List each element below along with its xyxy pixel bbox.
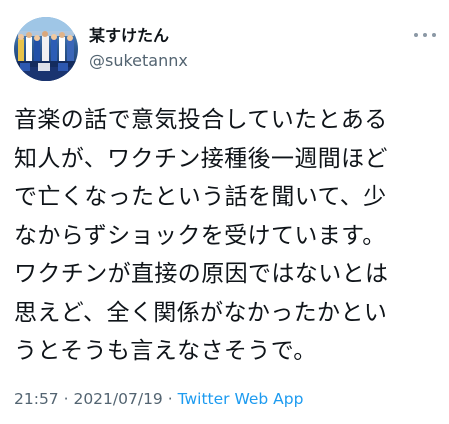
tweet-text-line: なからずショックを受けています。 [14,222,386,249]
dot [423,33,427,37]
tweet-text-line: 思えど、全く関係がなかったかとい [14,299,388,326]
tweet-date[interactable]: 2021/07/19 [73,390,162,408]
tweet-card: 某すけたん @suketannx 音楽の話で意気投合していたとある 知人が、ワク… [0,0,449,424]
more-horizontal-icon[interactable] [414,28,436,42]
tweet-text: 音楽の話で意気投合していたとある 知人が、ワクチン接種後一週間ほど で亡くなった… [14,101,440,371]
tweet-text-line: ワクチンが直接の原因ではないとは [14,261,389,287]
dot [432,33,436,37]
author-name[interactable]: 某すけたん [89,26,169,46]
tweet-time[interactable]: 21:57 [14,390,59,408]
tweet-text-line: で亡くなったという話を聞いて、少 [14,184,387,210]
avatar-image [14,17,78,81]
tweet-text-line: 音楽の話で意気投合していたとある [14,107,388,133]
tweet-meta: 21:57 · 2021/07/19 · Twitter Web App [14,389,303,409]
source-app-link[interactable]: Twitter Web App [178,390,304,408]
meta-separator: · [58,390,74,408]
dot [414,33,418,37]
tweet-text-line: 知人が、ワクチン接種後一週間ほど [14,145,388,172]
meta-separator: · [162,390,178,408]
tweet-text-line: うとそうも言えなさそうで。 [14,338,317,364]
avatar[interactable] [14,17,78,81]
author-handle[interactable]: @suketannx [89,51,188,71]
